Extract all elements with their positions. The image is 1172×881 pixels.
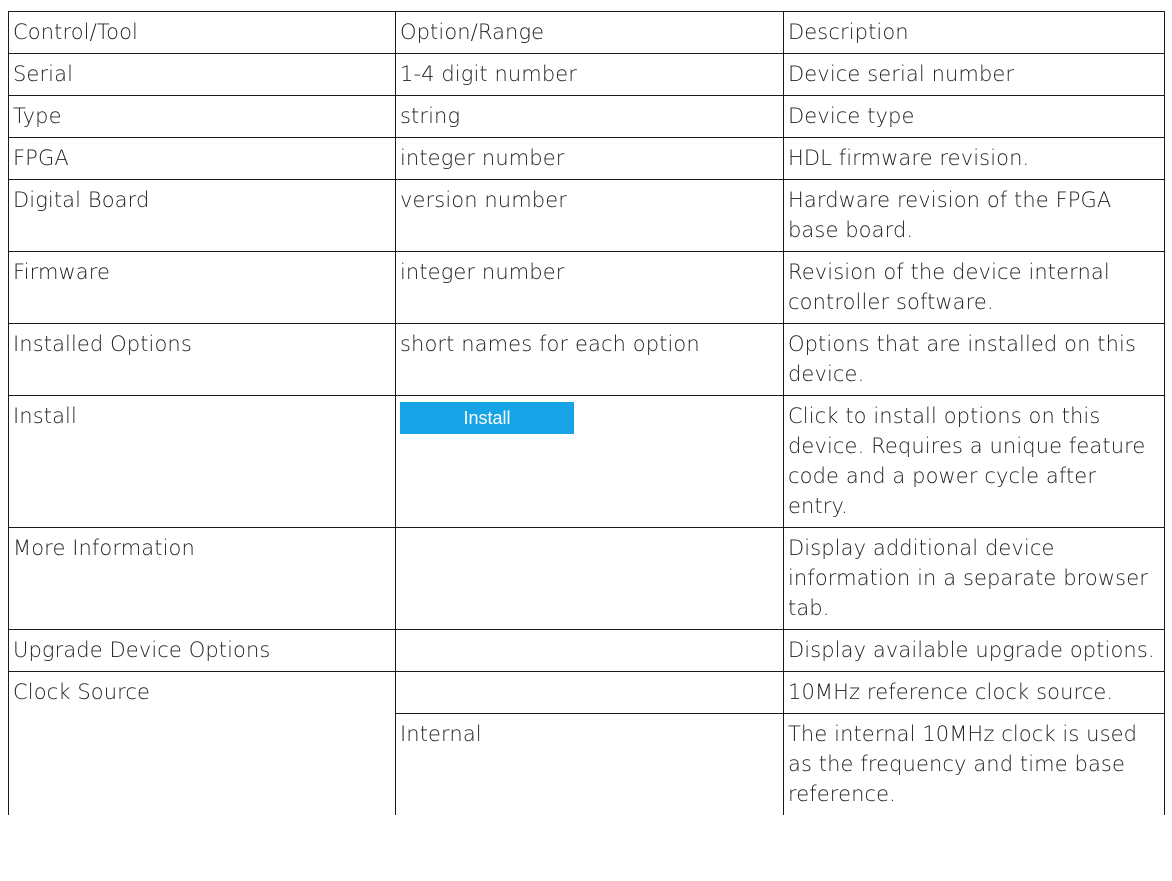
row-option: Internal <box>395 713 784 815</box>
row-control: Clock Source <box>8 671 396 815</box>
row-option <box>395 527 784 630</box>
reference-table: Control/Tool Option/Range Description Se… <box>8 11 1165 815</box>
row-option: integer number <box>395 251 784 324</box>
header-control-tool: Control/Tool <box>8 11 396 54</box>
row-control: Upgrade Device Options <box>8 629 396 672</box>
row-option <box>395 629 784 672</box>
table-row: Digital Board version number Hardware re… <box>8 179 1165 252</box>
row-description: HDL firmware revision. <box>783 137 1165 180</box>
table-row: Install Install Click to install options… <box>8 395 1165 528</box>
row-control: FPGA <box>8 137 396 180</box>
row-option: 1-4 digit number <box>395 53 784 96</box>
row-description: Display available upgrade options. <box>783 629 1165 672</box>
table-row: Serial 1-4 digit number Device serial nu… <box>8 53 1165 96</box>
install-button[interactable]: Install <box>400 402 574 434</box>
row-option: Install <box>395 395 784 528</box>
table-row: Installed Options short names for each o… <box>8 323 1165 396</box>
row-control: More Information <box>8 527 396 630</box>
row-option: string <box>395 95 784 138</box>
table-row: Type string Device type <box>8 95 1165 138</box>
row-description: Options that are installed on this devic… <box>783 323 1165 396</box>
row-description: Display additional device information in… <box>783 527 1165 630</box>
row-control: Type <box>8 95 396 138</box>
row-option: integer number <box>395 137 784 180</box>
row-description: Hardware revision of the FPGA base board… <box>783 179 1165 252</box>
table-row: Upgrade Device Options Display available… <box>8 629 1165 672</box>
row-description: Device type <box>783 95 1165 138</box>
row-control: Firmware <box>8 251 396 324</box>
header-description: Description <box>783 11 1165 54</box>
row-option <box>395 671 784 714</box>
row-description: Revision of the device internal controll… <box>783 251 1165 324</box>
row-option: version number <box>395 179 784 252</box>
table-row: FPGA integer number HDL firmware revisio… <box>8 137 1165 180</box>
row-control: Install <box>8 395 396 528</box>
table-row: More Information Display additional devi… <box>8 527 1165 630</box>
row-control: Serial <box>8 53 396 96</box>
table-header-row: Control/Tool Option/Range Description <box>8 11 1165 54</box>
row-description: Device serial number <box>783 53 1165 96</box>
row-description: 10MHz reference clock source. <box>783 671 1165 714</box>
table-row: Firmware integer number Revision of the … <box>8 251 1165 324</box>
row-description: Click to install options on this device.… <box>783 395 1165 528</box>
table-row: Clock Source 10MHz reference clock sourc… <box>8 671 1165 815</box>
row-control: Installed Options <box>8 323 396 396</box>
row-description: The internal 10MHz clock is used as the … <box>783 713 1165 815</box>
row-option: short names for each option <box>395 323 784 396</box>
header-option-range: Option/Range <box>395 11 784 54</box>
row-control: Digital Board <box>8 179 396 252</box>
